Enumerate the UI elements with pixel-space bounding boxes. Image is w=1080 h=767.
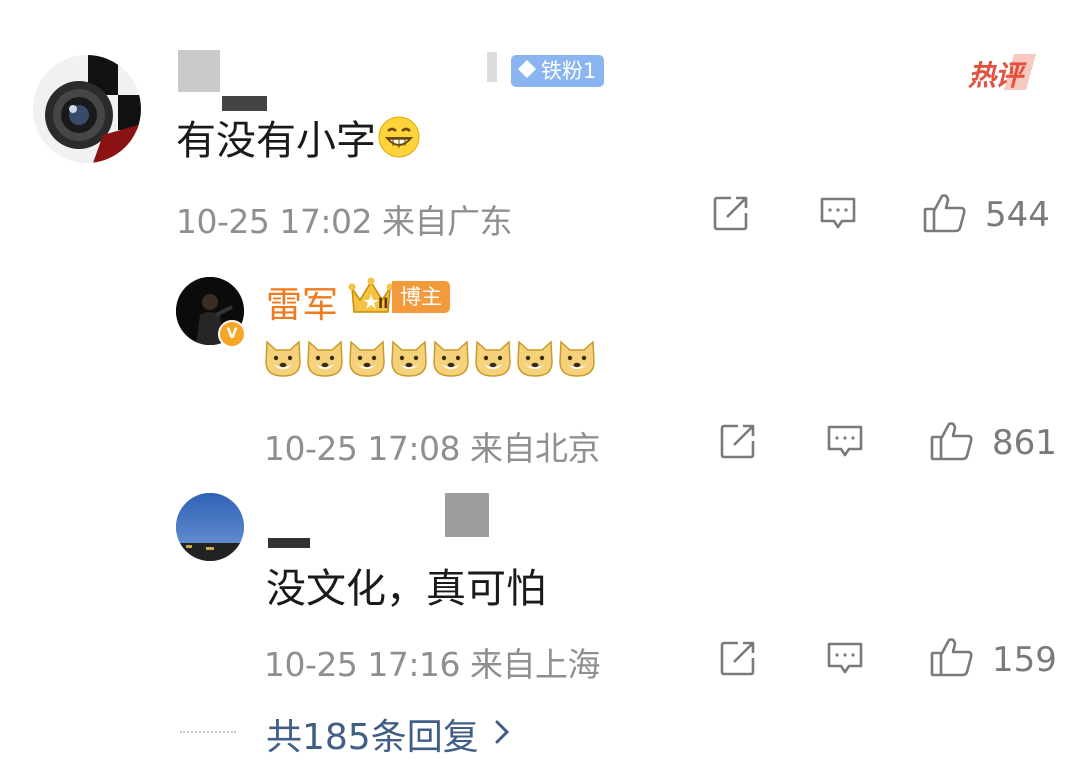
crown-level: II [378, 296, 389, 312]
doge-emoji [516, 338, 554, 378]
diamond-icon [517, 59, 537, 83]
more-replies-label: 共185条回复 [266, 717, 479, 758]
share-icon[interactable] [718, 638, 758, 678]
reply-text: 没文化，真可怕 [266, 566, 546, 612]
comment-icon[interactable] [818, 193, 858, 233]
like-icon[interactable] [929, 636, 975, 678]
reply-meta: 10-25 17:16 来自上海 [264, 645, 600, 684]
grinning-face-emoji [378, 116, 420, 158]
verified-badge: V [218, 320, 246, 348]
like-count: 159 [992, 640, 1057, 680]
doge-emoji [348, 338, 386, 378]
doge-emoji [390, 338, 428, 378]
blogger-tag-label: 博主 [400, 285, 442, 309]
doge-emoji [432, 338, 470, 378]
blogger-tag: 博主 [392, 281, 450, 313]
doge-emoji [558, 338, 596, 378]
reply-username[interactable]: 雷军 [266, 276, 338, 328]
redacted-username-part [268, 538, 310, 548]
redacted-username-part [487, 52, 497, 82]
share-icon[interactable] [711, 193, 751, 233]
reply-avatar[interactable] [176, 493, 244, 561]
comment-icon[interactable] [825, 638, 865, 678]
comment-text: 有没有小字 [176, 108, 420, 166]
doge-emoji [264, 338, 302, 378]
reply-meta: 10-25 17:08 来自北京 [264, 429, 600, 468]
chevron-right-icon [493, 718, 511, 750]
commenter-avatar[interactable] [33, 55, 141, 163]
share-icon[interactable] [718, 421, 758, 461]
comment-meta: 10-25 17:02 来自广东 [176, 202, 512, 241]
doge-emoji [306, 338, 344, 378]
redacted-username [445, 493, 489, 537]
like-icon[interactable] [922, 192, 968, 234]
fan-level-badge: 铁粉1 [511, 55, 605, 87]
like-count: 861 [992, 423, 1057, 463]
hot-comment-tag: 热评 [966, 52, 1038, 92]
verified-label: V [226, 326, 238, 342]
comment-icon[interactable] [825, 421, 865, 461]
redacted-username [178, 50, 220, 92]
hot-comment-label: 热评 [968, 59, 1023, 92]
more-replies-link[interactable]: 共185条回复 [266, 708, 511, 760]
fan-level-label: 铁粉1 [541, 59, 597, 83]
like-count: 544 [985, 195, 1050, 235]
like-icon[interactable] [929, 420, 975, 462]
comment-text-content: 有没有小字 [176, 118, 376, 164]
more-replies-divider [180, 731, 236, 733]
doge-emoji [474, 338, 512, 378]
doge-emoji-row [264, 338, 596, 378]
crown-badge: II [348, 274, 394, 316]
